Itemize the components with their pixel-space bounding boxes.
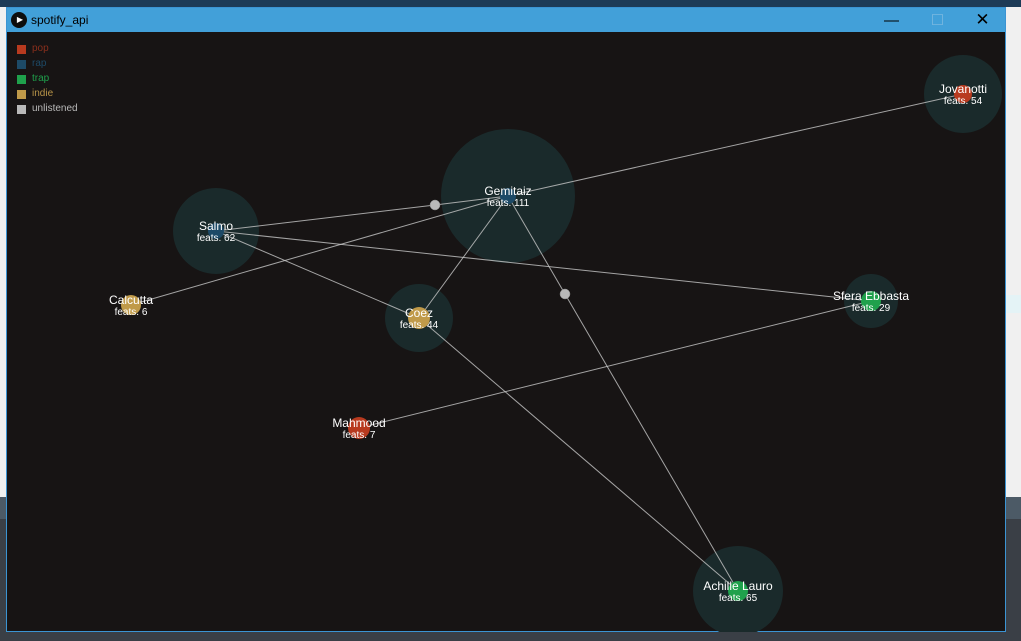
graph-edge (215, 230, 420, 319)
graph-edge (564, 293, 739, 592)
maximize-button[interactable]: ☐ (915, 8, 960, 32)
minimize-icon: — (884, 11, 899, 29)
node-feats-salmo: feats. 62 (197, 233, 236, 244)
minimize-button[interactable]: — (869, 8, 914, 32)
artist-graph[interactable]: Gemitaizfeats. 111 Salmofeats. 62 Jovanott… (7, 32, 1005, 636)
node-name-jovanotti: Jovanotti (939, 82, 987, 96)
legend-label: unlistened (32, 103, 78, 114)
legend-swatch (17, 90, 26, 99)
graph-canvas[interactable]: Gemitaiz feats. 111 Salmo feats. 62 Jovanott… (7, 32, 1005, 636)
legend-swatch (17, 105, 26, 114)
node-feats-mahmood: feats. 7 (343, 430, 376, 441)
legend-label: indie (32, 88, 54, 99)
legend-label: rap (32, 58, 47, 69)
node-feats-gemitaiz: feats. 111 (487, 198, 530, 209)
legend-swatch (17, 75, 26, 84)
maximize-icon: ☐ (930, 12, 945, 29)
desktop-top-strip (0, 0, 1021, 7)
app-window: ▶ spotify_api — ☐ ✕ Gemitaiz feats. 111 Sa… (6, 7, 1006, 636)
node-name-mahmood: Mahmood (332, 416, 385, 430)
node-name-achille: Achille Lauro (703, 579, 773, 593)
background-highlight (1006, 295, 1021, 313)
play-icon: ▶ (11, 12, 27, 28)
legend-swatch (17, 60, 26, 69)
node-name-salmo: Salmo (199, 219, 233, 233)
node-name-gemitaiz: Gemitaiz (484, 184, 531, 198)
close-button[interactable]: ✕ (960, 8, 1005, 32)
legend-label: trap (32, 73, 50, 84)
title-bar[interactable]: ▶ spotify_api — ☐ ✕ (7, 8, 1005, 32)
window-title: spotify_api (31, 13, 89, 27)
node-name-sfera: Sfera Ebbasta (833, 289, 909, 303)
close-icon: ✕ (975, 10, 990, 29)
legend-label: pop (32, 43, 49, 54)
graph-edge (507, 93, 964, 197)
node-feats-sfera: feats. 29 (852, 303, 891, 314)
node-feats-achille: feats. 65 (719, 593, 758, 604)
graph-edge (418, 317, 739, 592)
unlistened-node[interactable] (559, 288, 571, 300)
node-feats-jovanotti: feats. 54 (944, 96, 983, 107)
node-feats-calcutta: feats. 6 (115, 307, 148, 318)
unlistened-node[interactable] (429, 199, 441, 211)
node-feats-coez: feats. 44 (400, 320, 439, 331)
legend-swatch (17, 45, 26, 54)
node-name-calcutta: Calcutta (109, 293, 153, 307)
node-name-coez: Coez (405, 306, 433, 320)
background-window-right (1006, 7, 1021, 497)
